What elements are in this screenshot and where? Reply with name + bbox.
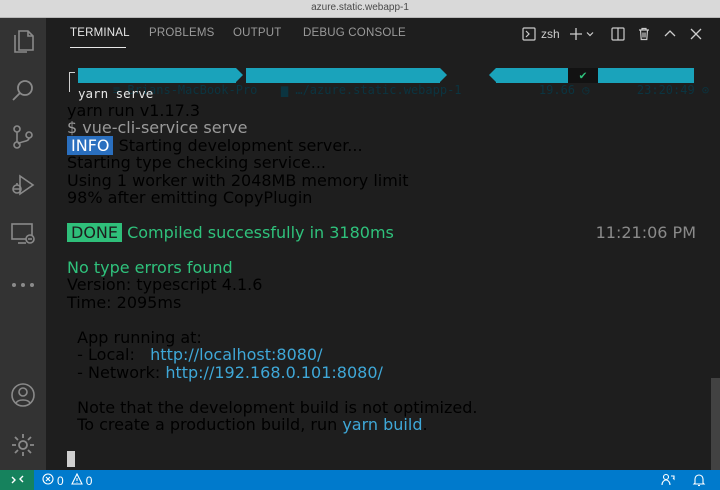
title-bar: azure.static.webapp-1 [0, 0, 720, 18]
terminal-cursor [67, 451, 75, 467]
warning-icon [70, 472, 83, 488]
terminal-scrollbar[interactable] [711, 378, 720, 470]
chevron-up-icon [663, 27, 677, 41]
split-icon [611, 27, 625, 41]
term-line: Time: 2095ms [67, 293, 182, 312]
term-text: To create a production build, run [67, 415, 343, 434]
prompt-duration: 19.66 [538, 83, 576, 97]
source-control-icon[interactable] [8, 122, 38, 152]
prompt-dir-segment: ▆ …/azure.static.webapp-1 [246, 68, 462, 97]
term-line: 98% after emitting CopyPlugin [67, 188, 313, 207]
notifications-button[interactable] [692, 473, 706, 490]
warning-count: 0 [85, 473, 93, 488]
term-line: Version: typescript 4.1.6 [67, 275, 263, 294]
error-count: 0 [57, 473, 64, 488]
term-line: App running at: [67, 328, 202, 347]
term-line: Using 1 worker with 2048MB memory limit [67, 171, 409, 190]
maximize-panel-button[interactable] [663, 24, 677, 44]
window-title: azure.static.webapp-1 [311, 2, 409, 13]
folder-icon: ▆ [280, 83, 296, 97]
term-line: To create a production build, run yarn b… [67, 415, 428, 434]
prompt-bracket [69, 72, 75, 92]
prompt-status: ✔ [579, 68, 587, 82]
term-line: No type errors found [67, 258, 233, 277]
prompt-duration-arrow [489, 68, 496, 82]
search-icon[interactable] [8, 76, 38, 106]
prompt-command: yarn serve [78, 86, 154, 101]
close-panel-button[interactable] [689, 24, 703, 44]
bell-icon [692, 473, 706, 490]
problems-indicator[interactable]: 0 0 [42, 472, 93, 488]
prompt-dir: …/azure.static.webapp-1 [295, 83, 462, 97]
kill-terminal-button[interactable] [637, 24, 651, 44]
plus-icon [569, 27, 583, 41]
terminal-icon [522, 27, 536, 41]
network-url-link[interactable]: http://192.168.0.101:8080/ [165, 363, 383, 382]
shell-label: zsh [541, 27, 560, 41]
split-terminal-button[interactable] [611, 24, 625, 44]
explorer-icon[interactable] [8, 26, 38, 56]
active-tab-indicator [70, 47, 126, 48]
tab-output[interactable]: OUTPUT [233, 27, 281, 39]
term-text: - Local: [67, 345, 151, 364]
term-line: INFO Starting development server... [67, 136, 363, 155]
feedback-icon [661, 473, 675, 490]
term-line: $ vue-cli-service serve [67, 118, 248, 137]
prompt-status-segment: ✔ [568, 68, 598, 83]
tab-debug-console[interactable]: DEBUG CONSOLE [303, 27, 406, 39]
prompt-dir-arrow [440, 68, 447, 82]
chevron-down-icon [586, 30, 594, 38]
tab-terminal[interactable]: TERMINAL [70, 27, 130, 39]
stopwatch-icon: ◷ [575, 83, 590, 97]
remote-indicator[interactable] [0, 470, 34, 490]
term-text: - Network: [67, 363, 166, 382]
more-icon[interactable] [8, 270, 38, 300]
term-line: Starting type checking service... [67, 153, 326, 172]
term-text: . [422, 415, 428, 434]
prompt-host-arrow [236, 68, 243, 82]
compile-timestamp: 11:21:06 PM [595, 223, 696, 242]
prompt-duration-segment: 19.66 ◷ [496, 68, 589, 97]
settings-gear-icon[interactable] [8, 430, 38, 460]
close-icon [689, 27, 703, 41]
term-line: - Network: http://192.168.0.101:8080/ [67, 364, 383, 381]
panel-tabs: TERMINAL PROBLEMS OUTPUT DEBUG CONSOLE z… [46, 18, 720, 50]
local-url-link[interactable]: http://localhost:8080/ [150, 345, 322, 364]
trash-icon [637, 27, 651, 41]
accounts-icon[interactable] [8, 380, 38, 410]
prompt-time-segment: 23:20:49 ⊙ [598, 68, 709, 97]
term-line: Note that the development build is not o… [67, 398, 478, 417]
tab-problems[interactable]: PROBLEMS [149, 27, 215, 39]
term-line: - Local: http://localhost:8080/ [67, 345, 322, 364]
term-line: yarn run v1.17.3 [67, 101, 201, 120]
status-bar: 0 0 [0, 470, 720, 490]
feedback-button[interactable] [661, 473, 675, 490]
term-command: yarn build [342, 415, 423, 434]
term-line: DONE Compiled successfully in 3180ms [67, 223, 394, 242]
new-terminal-button[interactable] [569, 24, 594, 44]
term-text: Compiled successfully in 3180ms [122, 223, 394, 242]
clock-icon: ⊙ [694, 83, 710, 97]
activity-bar [0, 18, 46, 470]
error-icon [42, 473, 54, 488]
remote-explorer-icon[interactable] [8, 218, 38, 248]
run-debug-icon[interactable] [8, 170, 38, 200]
prompt-host-segment: ≡ Brians-MacBook-Pro [78, 68, 257, 97]
terminal-shell-selector[interactable]: zsh [522, 24, 560, 44]
remote-icon [11, 473, 24, 489]
prompt-time: 23:20:49 [636, 83, 695, 97]
done-badge: DONE [67, 223, 122, 242]
